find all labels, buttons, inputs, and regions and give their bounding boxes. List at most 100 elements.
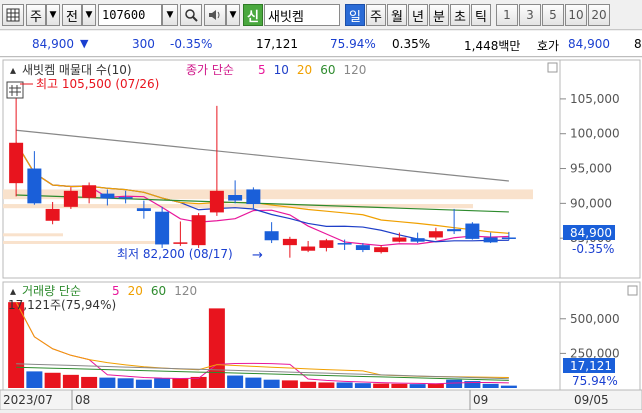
volume-bar	[500, 385, 517, 388]
candle-body	[82, 185, 97, 198]
new-listing-badge[interactable]: 신	[243, 4, 263, 26]
candle-body	[355, 245, 370, 251]
candle-body	[337, 243, 352, 245]
search-icon-button[interactable]	[180, 4, 202, 26]
volume-bar	[208, 308, 225, 388]
candle-body	[410, 238, 425, 242]
quote-next: 8	[634, 37, 642, 51]
candle-body	[100, 193, 115, 199]
interval-button[interactable]: 5	[542, 4, 564, 26]
quote-label: 호가	[537, 39, 560, 53]
volume-bar	[263, 379, 280, 388]
candle-body	[209, 190, 224, 213]
candle-body	[173, 242, 188, 244]
period-tab[interactable]: 일	[345, 4, 365, 26]
candle-body	[45, 208, 60, 221]
volume-bar	[336, 382, 353, 388]
quote-price: 84,900	[568, 37, 610, 51]
volume-bar	[117, 378, 134, 388]
low-price-label: 최저 82,200 (08/17)	[117, 247, 233, 261]
collapse-icon[interactable]: ▴	[10, 63, 16, 77]
volume-ma-legend-item: 5	[112, 284, 120, 298]
volume-bar	[26, 371, 43, 388]
last-volume-pct: 75.94%	[572, 374, 618, 388]
volume-bar	[154, 378, 171, 388]
grid-icon-button[interactable]	[2, 4, 24, 26]
volume-bar	[354, 383, 371, 388]
ma-legend-item: 5	[258, 63, 266, 77]
candle-body	[282, 238, 297, 246]
period-tab[interactable]: 월	[387, 4, 407, 26]
period-tab[interactable]: 년	[408, 4, 428, 26]
speaker-dropdown-icon[interactable]: ▼	[226, 4, 240, 26]
period-tab[interactable]: 틱	[471, 4, 491, 26]
volume-bar	[135, 379, 152, 388]
candle-body	[392, 237, 407, 242]
volume-title: 거래량 단순	[22, 284, 81, 298]
market-select-button[interactable]: 주	[26, 4, 46, 26]
period-tab[interactable]: 주	[366, 4, 386, 26]
toolbar: 주 ▼ 전 ▼ 107600 ▼ ▼ 신 새빗켐 일 주 월 년 분 초 틱 1 3 5 10 20	[0, 0, 642, 30]
volume-profile-band	[3, 233, 63, 237]
volume-current-label: 17,121주(75,94%)	[8, 298, 116, 312]
last-volume-label: 17,121	[570, 359, 612, 373]
price-panel-menu-icon[interactable]	[547, 62, 558, 73]
volume-bar	[446, 379, 463, 388]
candle-body	[118, 197, 133, 199]
code-dropdown-icon[interactable]: ▼	[162, 4, 178, 26]
x-axis-month-08: 08	[75, 393, 90, 407]
interval-button[interactable]: 1	[496, 4, 518, 26]
volume-bar	[373, 383, 390, 388]
price-panel-title: 새빗켐 매물대 수(10)	[22, 63, 132, 77]
candle-body	[428, 231, 443, 238]
price-tick-label: 105,000	[570, 92, 620, 106]
candle-body	[246, 189, 261, 205]
volume-bar	[62, 374, 79, 388]
volume-ma-legend-item: 60	[151, 284, 166, 298]
candle-body	[191, 215, 206, 246]
volume-ma-legend-item: 20	[128, 284, 143, 298]
volume-tick-label: 500,000	[570, 312, 620, 326]
candle-body	[228, 195, 243, 201]
ma-legend-item: 20	[297, 63, 312, 77]
ma-legend-item: 10	[274, 63, 289, 77]
candle-body	[501, 237, 516, 239]
period-tab[interactable]: 초	[450, 4, 470, 26]
speaker-icon-button[interactable]	[204, 4, 226, 26]
current-price: 84,900	[32, 37, 74, 51]
volume-bar	[44, 372, 61, 388]
ma-legend-item: 60	[320, 63, 335, 77]
volume-panel-menu-icon[interactable]	[627, 285, 638, 296]
volume-bar	[227, 375, 244, 388]
candle-body	[465, 223, 480, 239]
volume-bar	[81, 376, 98, 388]
volume-collapse-icon[interactable]: ▴	[10, 284, 16, 298]
interval-button[interactable]: 3	[519, 4, 541, 26]
grid-icon	[6, 8, 20, 22]
volume-bar	[409, 384, 426, 388]
chart-area[interactable]: ▴ 새빗켐 매물대 수(10) 종가 단순 5 10 20 60 120 최고 105,…	[0, 58, 642, 411]
candle-body	[319, 240, 334, 248]
stock-code-input[interactable]: 107600	[98, 4, 162, 26]
volume-profile-band	[3, 240, 168, 244]
candle-body	[9, 142, 24, 184]
candle-body	[447, 229, 462, 232]
low-arrow-icon: →	[252, 248, 263, 263]
candle-body	[301, 246, 316, 251]
volume-bar	[245, 377, 262, 388]
period-dropdown-icon[interactable]: ▼	[82, 4, 96, 26]
price-tick-label: 95,000	[570, 162, 612, 176]
period-select-button[interactable]: 전	[62, 4, 82, 26]
interval-button[interactable]: 20	[588, 4, 610, 26]
volume-ma-legend-item: 120	[174, 284, 197, 298]
trade-volume: 17,121	[256, 37, 298, 51]
last-price-label: 84,900	[570, 226, 612, 240]
trade-amount: 1,448백만	[464, 39, 521, 53]
stock-chart[interactable]: ▴ 새빗켐 매물대 수(10) 종가 단순 5 10 20 60 120 최고 105,…	[0, 58, 642, 411]
market-dropdown-icon[interactable]: ▼	[46, 4, 60, 26]
interval-button[interactable]: 10	[565, 4, 587, 26]
stock-name-field[interactable]: 새빗켐	[264, 4, 340, 26]
price-tick-label: 100,000	[570, 127, 620, 141]
ma-legend-item: 120	[343, 63, 366, 77]
period-tab[interactable]: 분	[429, 4, 449, 26]
